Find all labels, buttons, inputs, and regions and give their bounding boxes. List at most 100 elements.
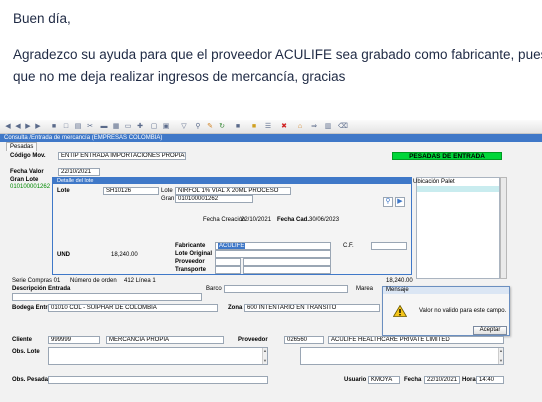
obs-lote-scrollbar[interactable]: ▲ ▼	[262, 348, 267, 364]
gran-lote-value[interactable]: 010100001262	[10, 183, 50, 191]
usuario-field[interactable]: KMOYA	[368, 376, 400, 384]
obs-lote-side-field[interactable]: ▲ ▼	[300, 347, 504, 365]
lote-detail-panel: Detalle del lote Lote SH10126 Lote NIRFO…	[52, 177, 412, 275]
email-body: Buen día, Agradezco su ayuda para que el…	[0, 0, 542, 118]
grid-scrollbar[interactable]	[500, 177, 507, 279]
fabricante-field[interactable]: ACULIFE	[215, 242, 331, 250]
proveedor-panel-label: Proveedor	[175, 259, 205, 265]
obs-pesada-label: Obs. Pesada	[12, 377, 49, 383]
cliente-code-field[interactable]: 999999	[48, 336, 100, 344]
lote2-field[interactable]: NIRFOL 1% VIAL X 20ML PROCESO	[175, 187, 291, 195]
proveedor-code-main-field[interactable]: 026560	[284, 336, 324, 344]
email-line-1: Agradezco su ayuda para que el proveedor…	[13, 47, 542, 62]
obs-lote-label: Obs. Lote	[12, 349, 40, 355]
proveedor-name-field[interactable]	[243, 258, 331, 266]
proveedor-name-main-field[interactable]: ACULIFE HEALTHCARE PRIVATE LIMITED	[328, 336, 504, 344]
fecha-valor-field[interactable]: 22/10/2021	[58, 168, 100, 176]
transporte-code-field[interactable]	[215, 266, 241, 274]
fecha-label: Fecha	[404, 377, 422, 383]
location-grid: Ubicación Palet	[413, 177, 500, 279]
fecha-field[interactable]: 22/10/2021	[424, 376, 460, 384]
lote-original-label: Lote Original	[175, 251, 213, 257]
marea-label: Marea	[356, 286, 374, 292]
refresh-icon[interactable]: ↻	[218, 123, 226, 131]
gran-lote-panel-field[interactable]: 010100001262	[175, 195, 253, 203]
bodega-field[interactable]: 01010 COL - SUIPHAR DE COLOMBIA	[48, 304, 218, 312]
export-icon[interactable]: ⇒	[310, 123, 318, 131]
grid-header-palet: Palet	[441, 179, 455, 185]
next-record-icon[interactable]: ▶	[24, 123, 32, 131]
email-greeting: Buen día,	[13, 11, 71, 26]
serie-total: 18,240.00	[386, 278, 413, 284]
serie-compras: Serie Compras 01	[12, 278, 61, 284]
grid-row-selected[interactable]	[417, 186, 499, 192]
descripcion-field[interactable]	[12, 293, 202, 301]
lote-panel-title: Detalle del lote	[53, 178, 411, 184]
new-icon[interactable]: ▣	[162, 123, 170, 131]
insert-row-icon[interactable]: ▭	[124, 123, 132, 131]
print-icon[interactable]: ■	[50, 123, 58, 131]
accept-button[interactable]: Aceptar	[473, 326, 507, 335]
add-icon[interactable]: ✚	[136, 123, 144, 131]
proveedor-code-field[interactable]	[215, 258, 241, 266]
fecha-cad-value: 30/06/2023	[309, 217, 340, 223]
email-line-2: que no me deja realizar ingresos de merc…	[13, 69, 346, 84]
window-icon[interactable]: ▢	[150, 123, 158, 131]
tools-icon[interactable]: ▥	[324, 123, 332, 131]
search-lote-icon[interactable]: ⚲	[383, 197, 393, 207]
codigo-mov-field[interactable]: ENTIP ENTRADA IMPORTACIONES PROPIAS	[58, 152, 186, 160]
status-badge: PESADAS DE ENTRADA	[392, 152, 502, 160]
hora-label: Hora	[462, 377, 476, 383]
search-icon[interactable]: ⚲	[194, 123, 202, 131]
proveedor-label: Proveedor	[238, 337, 268, 343]
tab-pesadas[interactable]: Pesadas	[6, 142, 38, 151]
home-icon[interactable]: ⌂	[296, 123, 304, 131]
obs-lote-side-scrollbar[interactable]: ▲ ▼	[498, 348, 503, 364]
barco-label: Barco	[206, 286, 222, 292]
cf-field[interactable]	[371, 242, 407, 250]
zona-label: Zona	[228, 305, 243, 311]
close-icon[interactable]: ✖	[280, 123, 288, 131]
dialog-title: Mensaje	[383, 287, 509, 294]
copy-icon[interactable]: □	[62, 123, 70, 131]
list-icon[interactable]: ☰	[264, 123, 272, 131]
obs-lote-field[interactable]: ▲ ▼	[48, 347, 268, 365]
paste-icon[interactable]: ▤	[74, 123, 82, 131]
eraser-icon[interactable]: ⌫	[338, 123, 348, 131]
folder-icon[interactable]: ■	[250, 123, 258, 131]
transporte-label: Transporte	[175, 267, 207, 273]
lote2-label: Lote	[161, 188, 173, 194]
last-record-icon[interactable]: ▶	[34, 123, 42, 131]
tab-row: Pesadas	[0, 142, 542, 151]
erp-screenshot: ◀ ◀ ▶ ▶ ■ □ ▤ ✂ ▬ ▦ ▭ ✚ ▢ ▣ ▽ ⚲ ✎ ↻ ■ ■ …	[0, 120, 542, 402]
descripcion-label: Descripción Entrada	[12, 286, 71, 292]
fabricante-value: ACULIFE	[218, 243, 246, 249]
usuario-label: Usuario	[344, 377, 367, 383]
lote-original-field[interactable]	[215, 250, 331, 258]
grid-header-ubicacion: Ubicación	[413, 179, 440, 185]
cliente-name-field[interactable]: MERCANCIA PROPIA	[106, 336, 224, 344]
obs-pesada-field[interactable]	[48, 376, 268, 384]
edit-icon[interactable]: ✎	[206, 123, 214, 131]
cut-icon[interactable]: ✂	[86, 123, 94, 131]
delete-row-icon[interactable]: ▬	[100, 123, 108, 131]
transporte-name-field[interactable]	[243, 266, 331, 274]
save-icon[interactable]: ■	[234, 123, 242, 131]
previous-record-icon[interactable]: ◀	[14, 123, 22, 131]
exit-icon[interactable]: ▶	[395, 197, 405, 207]
und-value: 18,240.00	[111, 252, 138, 258]
fecha-cad-label: Fecha Cad.	[277, 217, 310, 223]
fecha-valor-label: Fecha Valor	[10, 169, 44, 175]
dialog-message: Valor no valido para este campo.	[419, 308, 507, 314]
cliente-label: Cliente	[12, 337, 33, 343]
barco-field[interactable]	[224, 285, 348, 293]
lote-field[interactable]: SH10126	[103, 187, 159, 195]
window-title: Consulta /Entrada de mercancía (EMPRESAS…	[0, 134, 542, 142]
codigo-mov-label: Código Mov.	[10, 153, 46, 159]
zona-field[interactable]: 600 INTENTARIO EN TRANSITO	[244, 304, 380, 312]
fecha-creacion-label: Fecha Creación	[203, 217, 246, 223]
grid-icon[interactable]: ▦	[112, 123, 120, 131]
filter-icon[interactable]: ▽	[180, 123, 188, 131]
first-record-icon[interactable]: ◀	[4, 123, 12, 131]
hora-field[interactable]: 14:40	[476, 376, 504, 384]
